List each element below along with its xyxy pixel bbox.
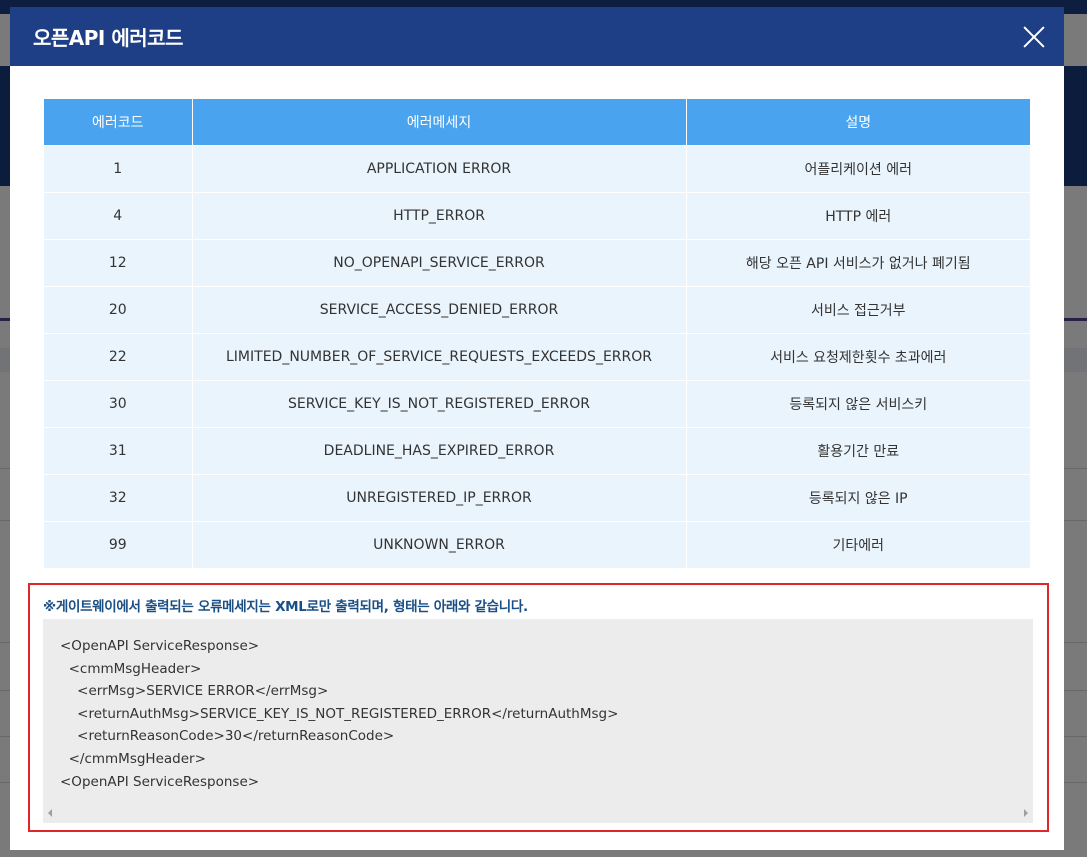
cell-description: 활용기간 만료	[686, 426, 1030, 474]
cell-description: 서비스 접근거부	[686, 285, 1030, 333]
xml-response-note: ※게이트웨이에서 출력되는 오류메세지는 XML로만 출력되며, 형태는 아래와…	[28, 583, 1049, 832]
scroll-left-icon[interactable]	[48, 809, 52, 817]
column-header-description: 설명	[686, 99, 1030, 145]
cell-message: SERVICE_KEY_IS_NOT_REGISTERED_ERROR	[192, 379, 687, 427]
table-row: 99 UNKNOWN_ERROR 기타에러	[44, 520, 1030, 568]
code-line: <cmmMsgHeader>	[60, 660, 202, 677]
cell-description: 어플리케이션 에러	[686, 144, 1030, 192]
cell-code: 20	[44, 285, 193, 333]
cell-message: NO_OPENAPI_SERVICE_ERROR	[192, 238, 687, 286]
table-row: 31 DEADLINE_HAS_EXPIRED_ERROR 활용기간 만료	[44, 426, 1030, 474]
code-line: </cmmMsgHeader>	[60, 750, 206, 767]
cell-description: 등록되지 않은 IP	[686, 473, 1030, 521]
cell-message: SERVICE_ACCESS_DENIED_ERROR	[192, 285, 687, 333]
cell-message: UNREGISTERED_IP_ERROR	[192, 473, 687, 521]
cell-message: HTTP_ERROR	[192, 191, 687, 239]
cell-description: HTTP 에러	[686, 191, 1030, 239]
error-code-modal: 오픈API 에러코드 에러코드 에러메세지 설명 1 APPLICATION E…	[10, 7, 1064, 850]
cell-code: 99	[44, 520, 193, 568]
code-line: <OpenAPI ServiceResponse>	[60, 638, 260, 654]
table-row: 4 HTTP_ERROR HTTP 에러	[44, 191, 1030, 239]
column-header-code: 에러코드	[44, 99, 193, 145]
cell-code: 31	[44, 426, 193, 474]
table-row: 22 LIMITED_NUMBER_OF_SERVICE_REQUESTS_EX…	[44, 332, 1030, 380]
scroll-right-icon[interactable]	[1024, 809, 1028, 817]
error-code-table: 에러코드 에러메세지 설명 1 APPLICATION ERROR 어플리케이션…	[44, 99, 1030, 568]
table-row: 1 APPLICATION ERROR 어플리케이션 에러	[44, 144, 1030, 192]
cell-message: UNKNOWN_ERROR	[192, 520, 687, 568]
cell-code: 1	[44, 144, 193, 192]
cell-code: 12	[44, 238, 193, 286]
cell-description: 기타에러	[686, 520, 1030, 568]
table-row: 32 UNREGISTERED_IP_ERROR 등록되지 않은 IP	[44, 473, 1030, 521]
modal-header: 오픈API 에러코드	[10, 7, 1064, 66]
close-icon[interactable]	[1022, 25, 1046, 49]
cell-code: 4	[44, 191, 193, 239]
cell-code: 30	[44, 379, 193, 427]
note-title: ※게이트웨이에서 출력되는 오류메세지는 XML로만 출력되며, 형태는 아래와…	[43, 599, 528, 615]
cell-message: LIMITED_NUMBER_OF_SERVICE_REQUESTS_EXCEE…	[192, 332, 687, 380]
cell-description: 서비스 요청제한횟수 초과에러	[686, 332, 1030, 380]
column-header-message: 에러메세지	[192, 99, 687, 145]
cell-message: APPLICATION ERROR	[192, 144, 687, 192]
code-line: <returnAuthMsg>SERVICE_KEY_IS_NOT_REGIST…	[60, 705, 619, 722]
cell-code: 32	[44, 473, 193, 521]
cell-code: 22	[44, 332, 193, 380]
table-row: 20 SERVICE_ACCESS_DENIED_ERROR 서비스 접근거부	[44, 285, 1030, 333]
table-row: 12 NO_OPENAPI_SERVICE_ERROR 해당 오픈 API 서비…	[44, 238, 1030, 286]
table-row: 30 SERVICE_KEY_IS_NOT_REGISTERED_ERROR 등…	[44, 379, 1030, 427]
cell-description: 해당 오픈 API 서비스가 없거나 폐기됨	[686, 238, 1030, 286]
cell-description: 등록되지 않은 서비스키	[686, 379, 1030, 427]
xml-code-block[interactable]: <OpenAPI ServiceResponse> <cmmMsgHeader>…	[43, 619, 1033, 823]
table-header-row: 에러코드 에러메세지 설명	[44, 99, 1030, 145]
modal-title: 오픈API 에러코드	[33, 26, 183, 50]
code-line: <errMsg>SERVICE ERROR</errMsg>	[60, 683, 329, 700]
cell-message: DEADLINE_HAS_EXPIRED_ERROR	[192, 426, 687, 474]
code-line: <returnReasonCode>30</returnReasonCode>	[60, 728, 395, 745]
code-line: <OpenAPI ServiceResponse>	[60, 773, 260, 790]
